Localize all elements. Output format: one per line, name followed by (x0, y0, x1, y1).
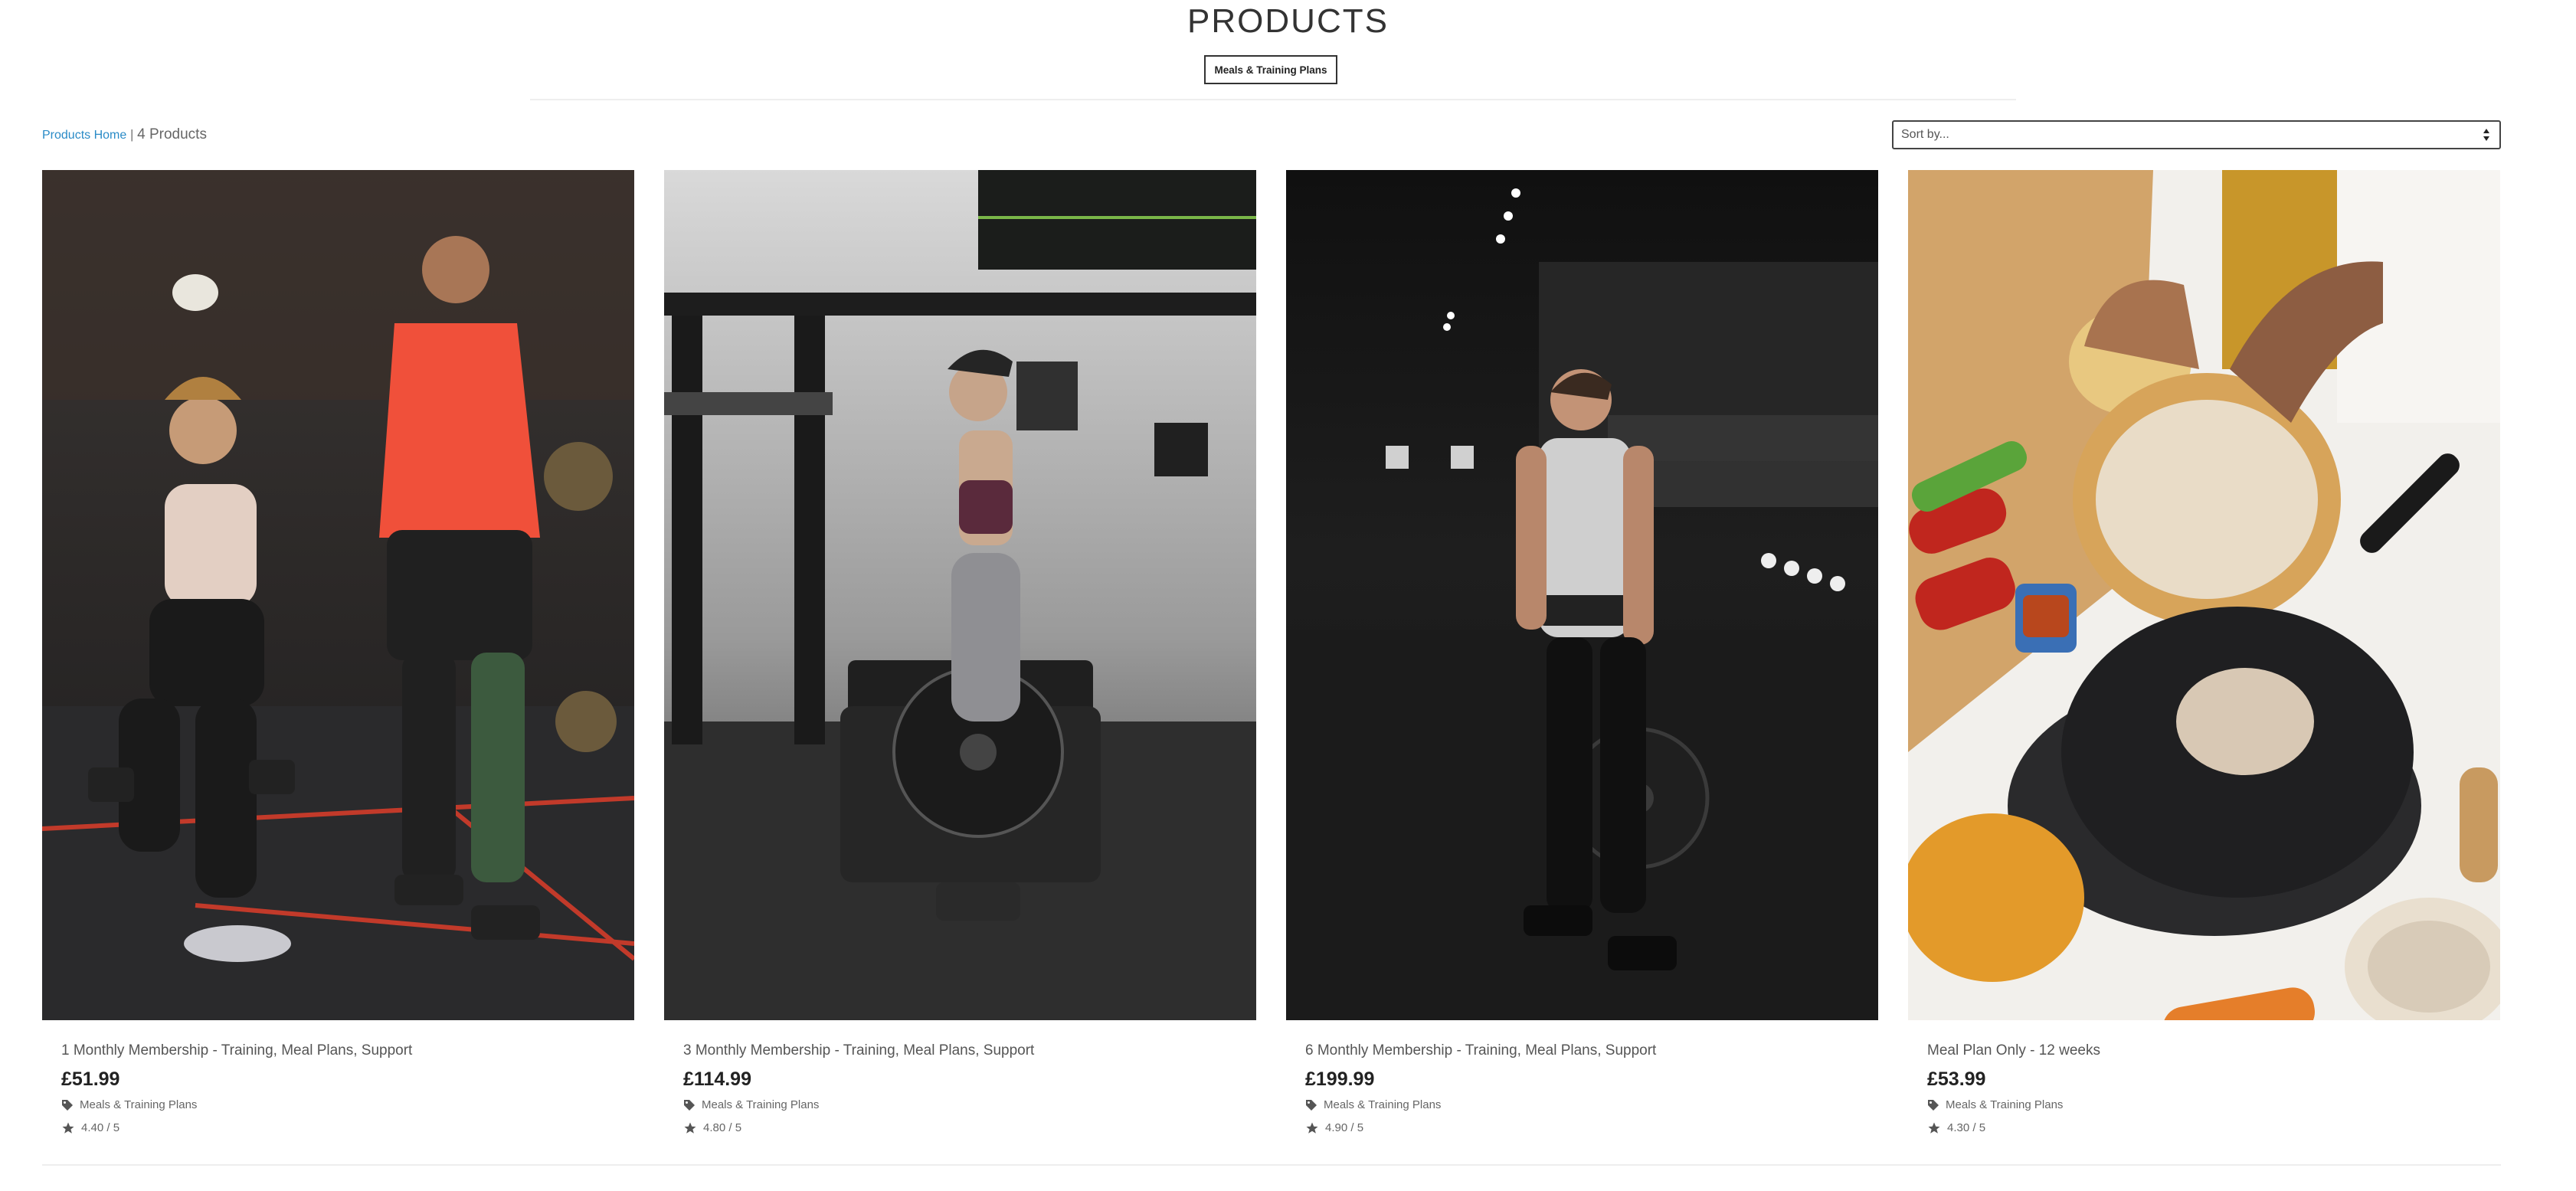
product-card[interactable]: 3 Monthly Membership - Training, Meal Pl… (664, 170, 1256, 1143)
product-category[interactable]: Meals & Training Plans (1305, 1098, 1872, 1112)
tag-icon (1305, 1099, 1317, 1111)
product-rating-value: 4.40 / 5 (81, 1121, 120, 1134)
product-category[interactable]: Meals & Training Plans (683, 1098, 1250, 1112)
tag-icon (683, 1099, 696, 1111)
product-name[interactable]: Meal Plan Only - 12 weeks (1927, 1042, 2494, 1060)
title-divider (530, 99, 2016, 100)
product-grid: 1 Monthly Membership - Training, Meal Pl… (42, 170, 2501, 1143)
product-count: 4 Products (137, 126, 207, 142)
product-image[interactable] (42, 170, 634, 1020)
product-category-label: Meals & Training Plans (1324, 1098, 1442, 1111)
bottom-divider (42, 1164, 2501, 1166)
select-arrows-icon (2483, 126, 2490, 143)
product-rating-value: 4.80 / 5 (703, 1121, 742, 1134)
star-icon (1305, 1121, 1319, 1135)
product-card[interactable]: 1 Monthly Membership - Training, Meal Pl… (42, 170, 634, 1143)
product-category-label: Meals & Training Plans (1946, 1098, 2064, 1111)
products-home-link[interactable]: Products Home (42, 129, 126, 142)
product-rating-value: 4.90 / 5 (1325, 1121, 1364, 1134)
product-image[interactable] (1286, 170, 1878, 1020)
breadcrumb: Products Home | 4 Products (42, 126, 207, 145)
product-info: Meal Plan Only - 12 weeks £53.99 Meals &… (1927, 1042, 2494, 1135)
product-rating: 4.40 / 5 (61, 1121, 628, 1135)
product-info: 1 Monthly Membership - Training, Meal Pl… (61, 1042, 628, 1135)
product-rating: 4.30 / 5 (1927, 1121, 2494, 1135)
star-icon (61, 1121, 75, 1135)
product-card[interactable]: Meal Plan Only - 12 weeks £53.99 Meals &… (1908, 170, 2500, 1143)
sort-select[interactable]: Sort by... (1892, 120, 2501, 149)
product-image[interactable] (1908, 170, 2500, 1020)
product-rating: 4.80 / 5 (683, 1121, 1250, 1135)
category-filter-button[interactable]: Meals & Training Plans (1204, 55, 1337, 84)
product-info: 6 Monthly Membership - Training, Meal Pl… (1305, 1042, 1872, 1135)
product-name[interactable]: 1 Monthly Membership - Training, Meal Pl… (61, 1042, 628, 1060)
product-price: £51.99 (61, 1068, 120, 1090)
tag-icon (61, 1099, 74, 1111)
breadcrumb-separator: | (126, 127, 138, 142)
product-price: £53.99 (1927, 1068, 1986, 1090)
page-title: PRODUCTS (1187, 2, 1389, 40)
product-rating: 4.90 / 5 (1305, 1121, 1872, 1135)
product-card[interactable]: 6 Monthly Membership - Training, Meal Pl… (1286, 170, 1878, 1143)
product-category[interactable]: Meals & Training Plans (1927, 1098, 2494, 1112)
product-info: 3 Monthly Membership - Training, Meal Pl… (683, 1042, 1250, 1135)
star-icon (683, 1121, 697, 1135)
product-image[interactable] (664, 170, 1256, 1020)
star-icon (1927, 1121, 1941, 1135)
sort-select-value: Sort by... (1901, 128, 1949, 141)
product-category-label: Meals & Training Plans (702, 1098, 820, 1111)
product-price: £199.99 (1305, 1068, 1375, 1090)
tag-icon (1927, 1099, 1939, 1111)
product-category[interactable]: Meals & Training Plans (61, 1098, 628, 1112)
product-category-label: Meals & Training Plans (80, 1098, 198, 1111)
product-price: £114.99 (683, 1068, 751, 1090)
product-name[interactable]: 6 Monthly Membership - Training, Meal Pl… (1305, 1042, 1872, 1060)
product-rating-value: 4.30 / 5 (1947, 1121, 1986, 1134)
product-name[interactable]: 3 Monthly Membership - Training, Meal Pl… (683, 1042, 1250, 1060)
